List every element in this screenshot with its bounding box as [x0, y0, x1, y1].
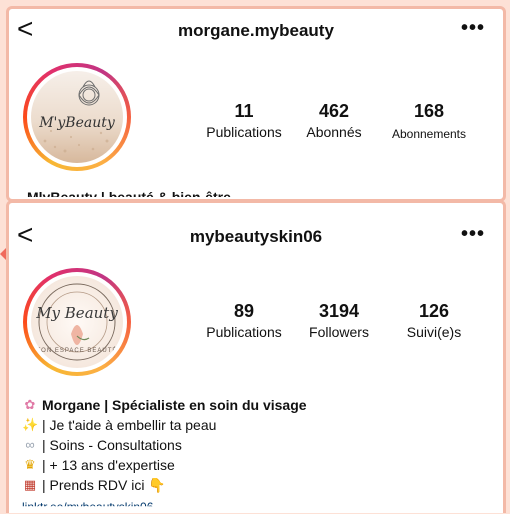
avatar-ring-text: TON ESPACE BEAUTÉ [36, 348, 118, 354]
stat-label: Followers [309, 324, 369, 340]
stat-abonnements[interactable]: 168 Abonnements [379, 101, 479, 143]
stat-value: 462 [318, 101, 350, 121]
stat-suivies[interactable]: 126 Suivi(e)s [389, 301, 479, 341]
flower-icon: ✿ [24, 397, 36, 412]
avatar-image: My Beauty TON ESPACE BEAUTÉ [31, 276, 123, 368]
avatar-logo-text: My Beauty [36, 304, 118, 322]
bio-line: ✿ Morgane | Spécialiste en soin du visag… [22, 395, 307, 415]
bio-line: ♛ | + 13 ans d'expertise [22, 455, 307, 475]
more-options-icon[interactable]: ••• [461, 223, 485, 246]
stat-label: Abonnements [391, 127, 467, 141]
bio-line: ▦ | Prends RDV ici 👇 [22, 475, 307, 495]
stat-abonnes[interactable]: 462 Abonnés [294, 101, 374, 141]
stat-followers[interactable]: 3194 Followers [294, 301, 384, 341]
profile-avatar[interactable]: M'yBeauty [23, 63, 131, 171]
profile-username: mybeautyskin06 [189, 227, 323, 246]
calendar-icon: ▦ [23, 477, 37, 492]
profile-header: < morgane.mybeauty ••• [9, 9, 503, 49]
stat-value: 89 [233, 301, 255, 321]
bio-line: ∞ | Soins - Consultations [22, 435, 307, 455]
stat-label: Suivi(e)s [406, 324, 462, 340]
bio-text: | Prends RDV ici 👇 [42, 477, 166, 493]
bio-text: Morgane | Spécialiste en soin du visage [42, 397, 307, 413]
stat-value: 11 [234, 101, 254, 121]
bio-text: | Soins - Consultations [42, 437, 182, 453]
crown-icon: ♛ [24, 457, 36, 472]
bio-line: ✨ | Je t'aide à embellir ta peau [22, 415, 307, 435]
avatar-logo-text: M'yBeauty [39, 115, 115, 131]
profile-card-morgane-mybeauty: < morgane.mybeauty ••• M'yBeauty 11 Publ… [6, 6, 506, 202]
sparkles-icon: ✨ [22, 417, 39, 432]
stat-publications[interactable]: 11 Publications [189, 101, 299, 141]
stat-label: Abonnés [306, 124, 362, 140]
stat-value: 126 [418, 301, 450, 321]
stat-value: 3194 [318, 301, 360, 321]
stat-value: 168 [413, 101, 445, 121]
profile-bio: ✿ Morgane | Spécialiste en soin du visag… [22, 395, 307, 495]
stat-label: Publications [206, 124, 282, 140]
stat-label: Publications [206, 324, 282, 340]
link-rings-icon: ∞ [25, 437, 35, 452]
profile-header: < mybeautyskin06 ••• [9, 215, 503, 255]
bio-text: | + 13 ans d'expertise [42, 457, 175, 473]
bio-text: | Je t'aide à embellir ta peau [42, 417, 217, 433]
avatar-image: M'yBeauty [31, 71, 123, 163]
more-options-icon[interactable]: ••• [461, 17, 485, 40]
stat-publications[interactable]: 89 Publications [189, 301, 299, 341]
profile-avatar[interactable]: My Beauty TON ESPACE BEAUTÉ [23, 268, 131, 376]
profile-username: morgane.mybeauty [178, 21, 334, 40]
